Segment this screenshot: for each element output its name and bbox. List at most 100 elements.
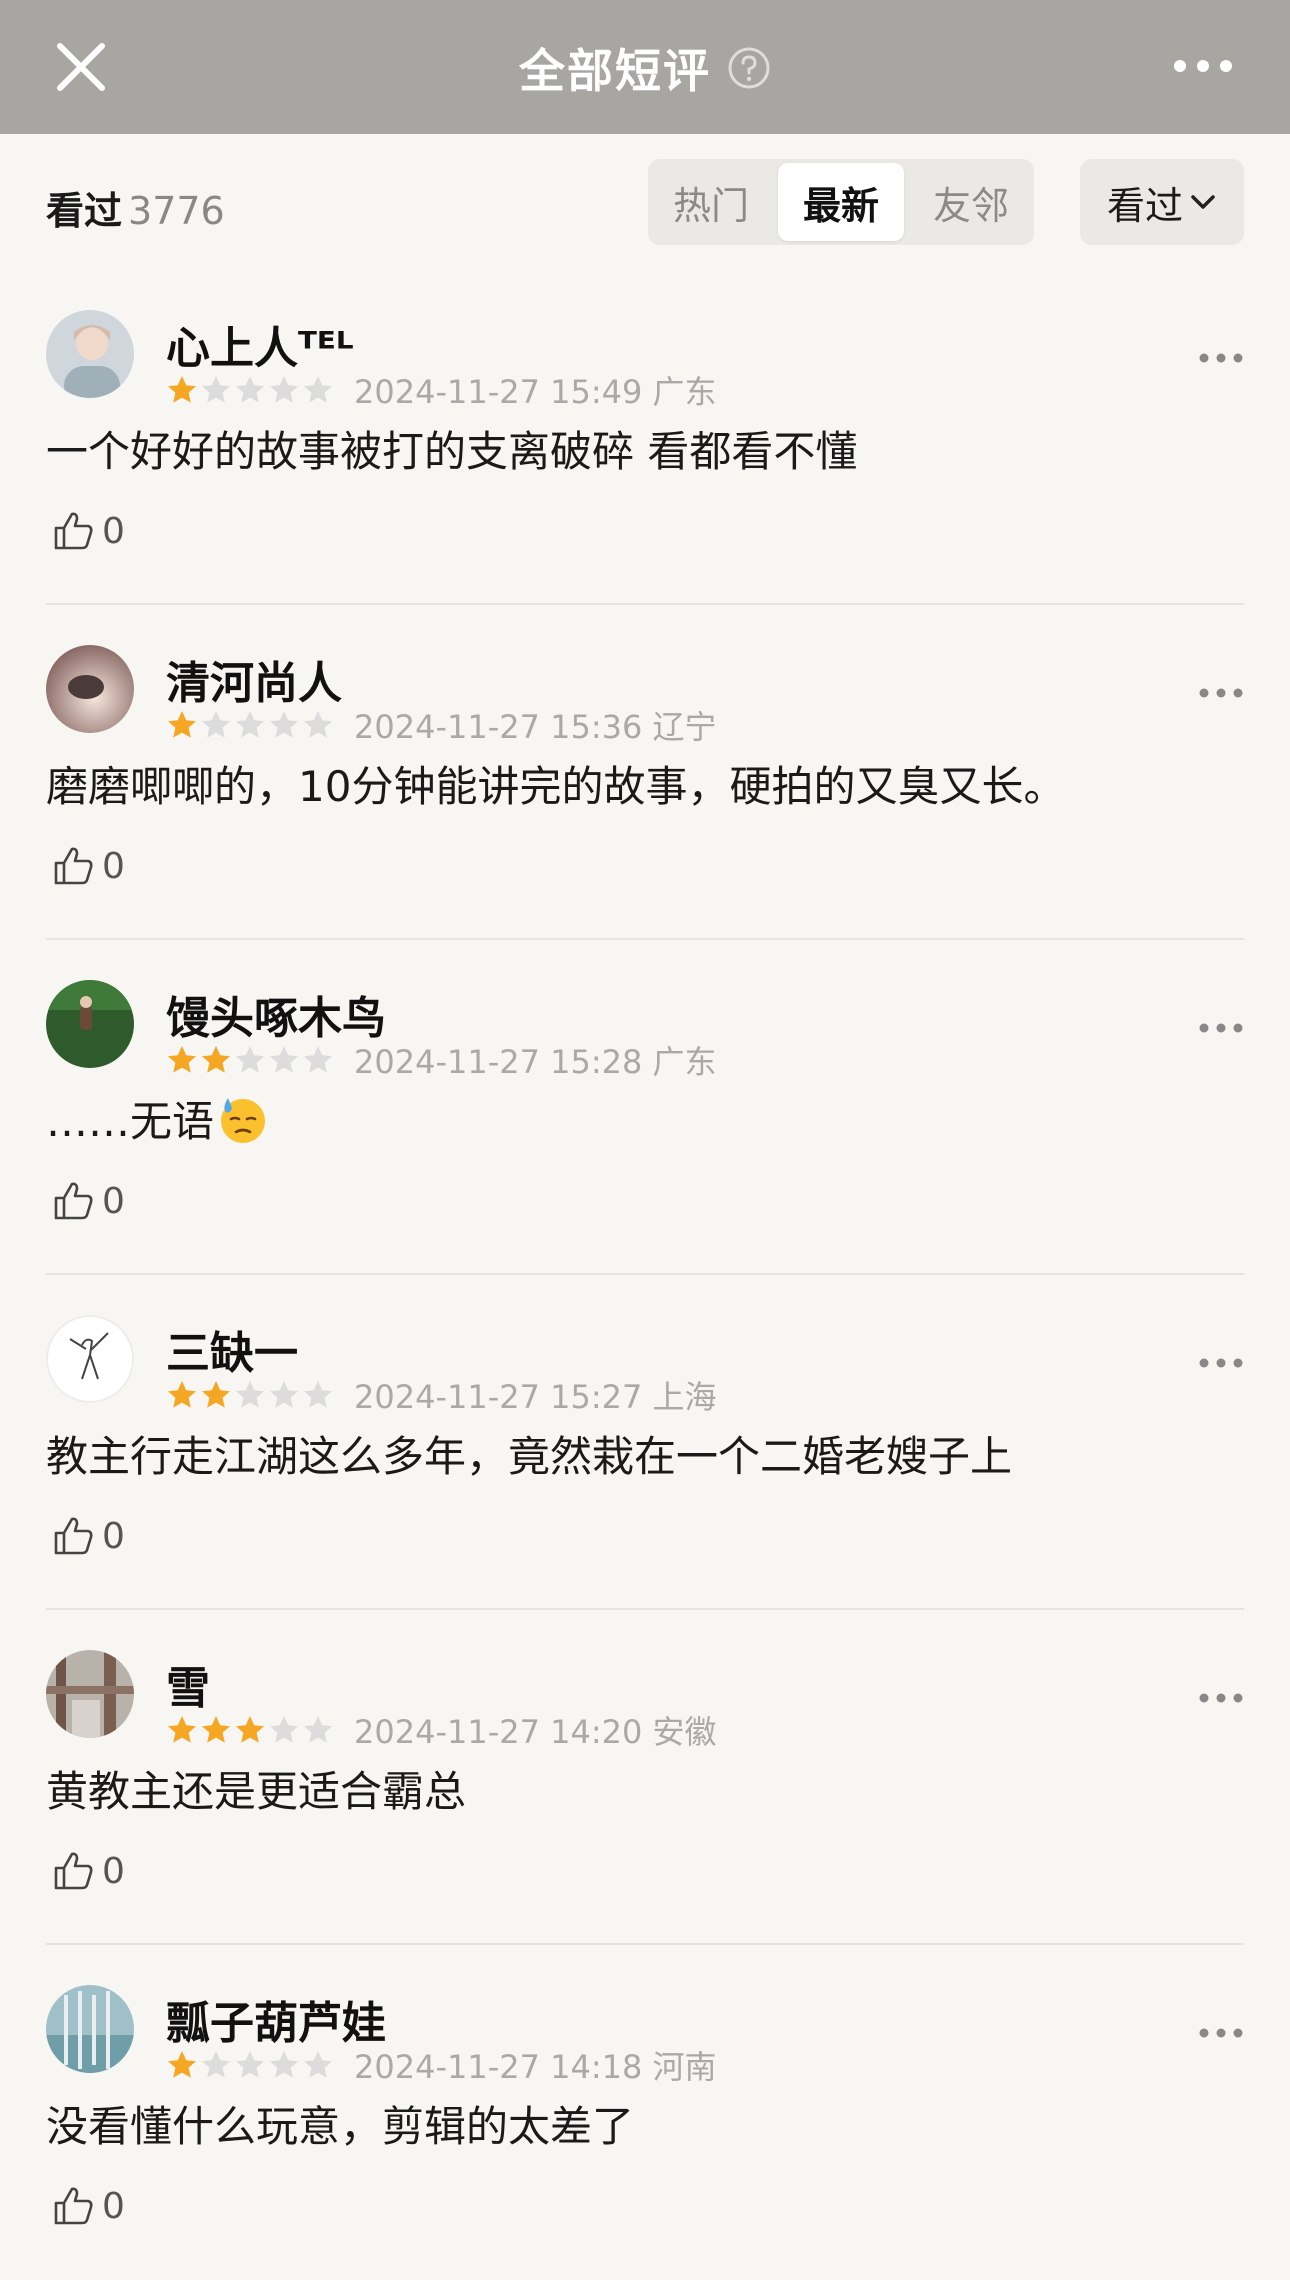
star-filled-icon	[168, 1046, 196, 1073]
star-rating	[166, 374, 334, 406]
like-count: 0	[102, 1180, 125, 1222]
review-time-location: 2024-11-27 15:28 广东	[354, 1043, 717, 1081]
avatar[interactable]	[46, 310, 134, 398]
star-filled-icon	[168, 1381, 196, 1408]
more-icon[interactable]	[1198, 1022, 1244, 1034]
tab-latest[interactable]: 最新	[778, 163, 904, 241]
more-options-icon[interactable]	[1172, 58, 1234, 74]
username[interactable]: 清河尚人	[166, 647, 342, 711]
star-rating	[166, 1714, 334, 1746]
thumbs-up-icon	[54, 1182, 93, 1220]
avatar[interactable]	[46, 1315, 134, 1403]
sort-tabs: 热门 最新 友邻	[648, 159, 1034, 245]
review-item: 瓢子葫芦娃 2024-11-27 14:18 河南 没看懂什么玩意，剪辑的太差了…	[0, 1945, 1290, 2280]
star-filled-icon	[202, 1716, 230, 1743]
review-list: 心上人ᵀᴱᴸ 2024-11-27 15:49 广东 一个好好的故事被打的支离破…	[0, 270, 1290, 2280]
star-filled-icon	[202, 1381, 230, 1408]
username[interactable]: 心上人ᵀᴱᴸ	[166, 312, 354, 376]
star-empty-icon	[236, 376, 264, 403]
star-empty-icon	[270, 1046, 298, 1073]
review-meta: 2024-11-27 15:27 上海	[166, 1377, 717, 1416]
like-button[interactable]: 0	[50, 1176, 125, 1226]
chevron-down-icon	[1191, 195, 1215, 209]
star-empty-icon	[270, 376, 298, 403]
star-empty-icon	[202, 2051, 230, 2078]
username[interactable]: 三缺一	[166, 1317, 298, 1381]
star-rating	[166, 709, 334, 741]
star-rating	[166, 1379, 334, 1411]
like-count: 0	[102, 2185, 125, 2227]
review-content: 一个好好的故事被打的支离破碎 看都看不懂	[46, 427, 858, 476]
star-empty-icon	[270, 711, 298, 738]
dropdown-label: 看过	[1106, 183, 1183, 228]
star-filled-icon	[168, 1716, 196, 1743]
thumbs-up-icon	[54, 1852, 93, 1890]
star-filled-icon	[168, 711, 196, 738]
like-button[interactable]: 0	[50, 506, 125, 556]
review-meta: 2024-11-27 15:36 辽宁	[166, 707, 717, 746]
like-count: 0	[102, 845, 125, 887]
avatar[interactable]	[46, 1985, 134, 2073]
review-meta: 2024-11-27 14:20 安徽	[166, 1712, 717, 1751]
star-rating	[166, 2049, 334, 2081]
review-item: 清河尚人 2024-11-27 15:36 辽宁 磨磨唧唧的，10分钟能讲完的故…	[0, 605, 1290, 940]
review-item: 心上人ᵀᴱᴸ 2024-11-27 15:49 广东 一个好好的故事被打的支离破…	[0, 270, 1290, 605]
more-icon[interactable]	[1198, 352, 1244, 364]
star-empty-icon	[270, 1381, 298, 1408]
avatar[interactable]	[46, 1650, 134, 1738]
like-button[interactable]: 0	[50, 1511, 125, 1561]
username[interactable]: 瓢子葫芦娃	[166, 1987, 386, 2051]
more-icon[interactable]	[1198, 1692, 1244, 1704]
review-time-location: 2024-11-27 15:27 上海	[354, 1378, 717, 1416]
review-time-location: 2024-11-27 15:36 辽宁	[354, 708, 717, 746]
watched-filter-dropdown[interactable]: 看过	[1080, 159, 1244, 245]
star-empty-icon	[236, 711, 264, 738]
avatar[interactable]	[46, 980, 134, 1068]
star-empty-icon	[202, 376, 230, 403]
review-item: 三缺一 2024-11-27 15:27 上海 教主行走江湖这么多年，竟然栽在一…	[0, 1275, 1290, 1610]
star-empty-icon	[270, 2051, 298, 2078]
like-count: 0	[102, 1850, 125, 1892]
star-filled-icon	[202, 1046, 230, 1073]
star-empty-icon	[270, 1716, 298, 1743]
more-icon[interactable]	[1198, 687, 1244, 699]
filter-row: 看过 3776 热门 最新 友邻 看过	[0, 134, 1290, 270]
review-time-location: 2024-11-27 15:49 广东	[354, 373, 717, 411]
star-empty-icon	[202, 711, 230, 738]
review-meta: 2024-11-27 15:49 广东	[166, 372, 717, 411]
review-content: 黄教主还是更适合霸总	[46, 1767, 467, 1816]
like-count: 0	[102, 1515, 125, 1557]
thumbs-up-icon	[54, 1517, 93, 1555]
review-meta: 2024-11-27 15:28 广东	[166, 1042, 717, 1081]
star-empty-icon	[236, 2051, 264, 2078]
avatar[interactable]	[46, 645, 134, 733]
watched-label: 看过	[46, 189, 123, 233]
review-content: 没看懂什么玩意，剪辑的太差了	[46, 2102, 635, 2151]
username[interactable]: 雪	[166, 1652, 210, 1716]
tab-friends[interactable]: 友邻	[908, 159, 1034, 245]
like-button[interactable]: 0	[50, 2181, 125, 2231]
downcast-sweat-emoji-icon	[221, 1098, 266, 1143]
review-content: 磨磨唧唧的，10分钟能讲完的故事，硬拍的又臭又长。	[46, 762, 1066, 811]
star-empty-icon	[304, 1381, 332, 1408]
like-button[interactable]: 0	[50, 841, 125, 891]
star-empty-icon	[304, 711, 332, 738]
star-empty-icon	[304, 1046, 332, 1073]
username[interactable]: 馒头啄木鸟	[166, 982, 386, 1046]
more-icon[interactable]	[1198, 2027, 1244, 2039]
star-empty-icon	[304, 2051, 332, 2078]
like-button[interactable]: 0	[50, 1846, 125, 1896]
review-item: 雪 2024-11-27 14:20 安徽 黄教主还是更适合霸总 0	[0, 1610, 1290, 1945]
star-filled-icon	[236, 1716, 264, 1743]
help-icon[interactable]	[727, 46, 771, 90]
tab-hot[interactable]: 热门	[648, 159, 774, 245]
thumbs-up-icon	[54, 2187, 93, 2225]
review-text: ……无语	[46, 1097, 215, 1146]
review-content: ……无语	[46, 1088, 270, 1149]
review-content: 教主行走江湖这么多年，竟然栽在一个二婚老嫂子上	[46, 1432, 1013, 1481]
star-filled-icon	[168, 376, 196, 403]
star-empty-icon	[236, 1046, 264, 1073]
more-icon[interactable]	[1198, 1357, 1244, 1369]
thumbs-up-icon	[54, 847, 93, 885]
page-title: 全部短评	[519, 44, 711, 98]
